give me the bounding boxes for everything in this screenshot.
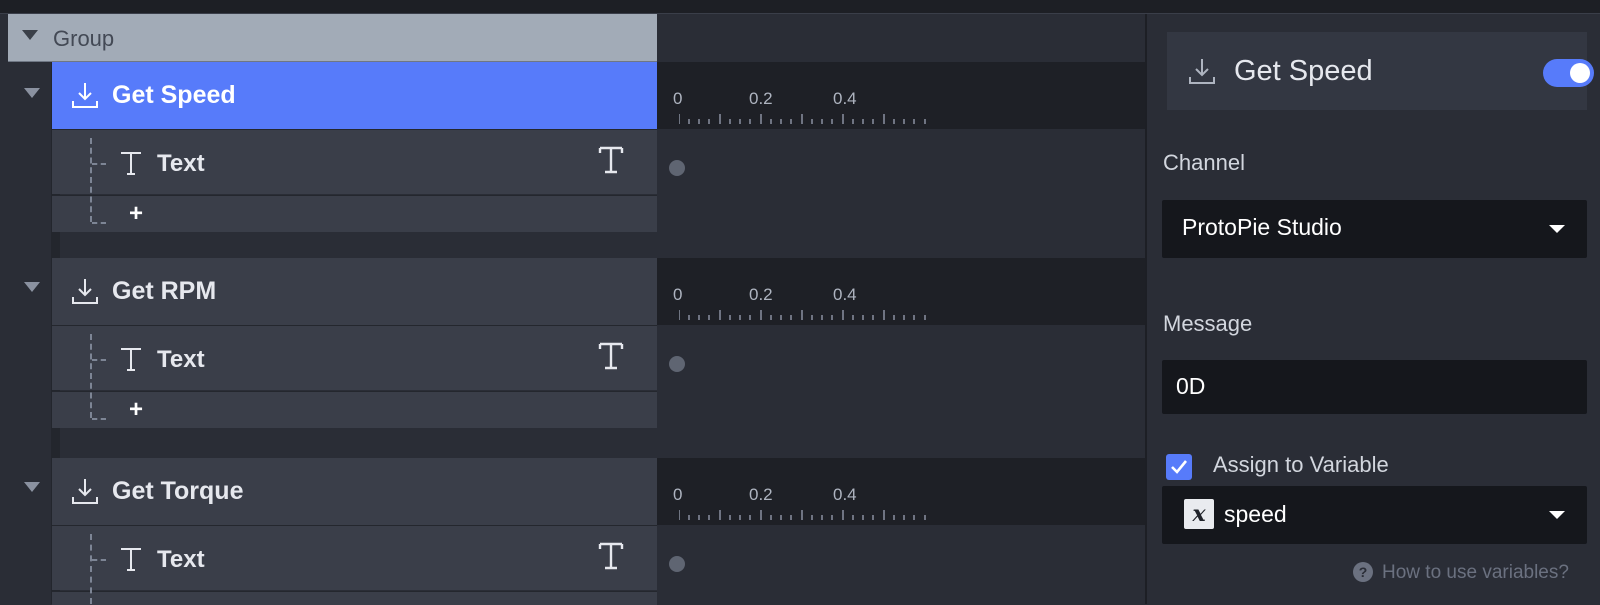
add-response-row[interactable]: + xyxy=(52,195,657,232)
response-row[interactable]: Text xyxy=(52,325,657,390)
timeline-ruler[interactable]: 0 0.2 0.4 xyxy=(657,62,1145,129)
ruler-ticks xyxy=(679,310,926,320)
channel-select[interactable]: ProtoPie Studio xyxy=(1162,200,1587,258)
text-layer-icon xyxy=(121,152,141,175)
text-type-icon xyxy=(598,146,624,174)
add-response-button[interactable]: + xyxy=(129,200,143,228)
ruler-ticks xyxy=(679,114,926,124)
group-header[interactable]: Group xyxy=(8,14,657,62)
tree-connector xyxy=(90,138,92,222)
receive-icon xyxy=(72,279,98,304)
interaction-list: Group Get Speed Text + Get RPM Text + Ge… xyxy=(8,14,658,605)
collapse-trigger-2-icon[interactable] xyxy=(24,282,40,292)
message-value: 0D xyxy=(1176,373,1206,399)
tree-connector xyxy=(92,163,106,165)
caret-down-icon[interactable] xyxy=(22,30,38,40)
tree-connector xyxy=(92,418,106,420)
add-response-row[interactable] xyxy=(52,591,657,605)
tree-connector xyxy=(92,359,106,361)
response-label: Text xyxy=(157,546,205,573)
trigger-get-torque[interactable]: Get Torque xyxy=(52,458,657,525)
dropdown-arrow-icon xyxy=(1549,511,1565,519)
add-response-row[interactable]: + xyxy=(52,391,657,428)
tick-label: 0.4 xyxy=(833,89,857,108)
inspector-header: Get Speed xyxy=(1167,32,1594,110)
tree-connector xyxy=(90,334,92,418)
group-label: Group xyxy=(53,26,115,51)
timeline-ruler[interactable]: 0 0.2 0.4 xyxy=(657,258,1145,325)
keyframe-dot[interactable] xyxy=(669,160,685,176)
tick-label: 0.2 xyxy=(749,89,773,108)
text-layer-icon xyxy=(121,548,141,571)
text-layer-icon xyxy=(121,348,141,371)
variable-select[interactable]: x speed xyxy=(1162,486,1587,544)
text-type-icon xyxy=(598,342,624,370)
add-response-button[interactable]: + xyxy=(129,396,143,424)
variable-icon: x xyxy=(1184,499,1214,529)
toggle-knob xyxy=(1570,63,1590,83)
checkmark-icon xyxy=(1171,460,1188,474)
response-row[interactable]: Text xyxy=(52,525,657,590)
tick-label: 0.4 xyxy=(833,485,857,504)
response-row[interactable]: Text xyxy=(52,129,657,194)
inspector-panel: Get Speed Channel ProtoPie Studio Messag… xyxy=(1145,14,1600,604)
tree-connector xyxy=(92,559,106,561)
tick-label: 0 xyxy=(673,285,683,304)
timeline: 0 0.2 0.4 0 0.2 0.4 0 0.2 0.4 xyxy=(657,14,1145,604)
assign-variable-label: Assign to Variable xyxy=(1213,452,1389,477)
text-type-icon xyxy=(598,542,624,570)
timeline-ruler[interactable]: 0 0.2 0.4 xyxy=(657,458,1145,525)
variable-value: speed xyxy=(1224,501,1287,527)
trigger-get-rpm[interactable]: Get RPM xyxy=(52,258,657,325)
message-label: Message xyxy=(1163,311,1253,336)
trigger-label: Get RPM xyxy=(112,277,217,305)
help-icon[interactable]: ? xyxy=(1353,562,1373,582)
trigger-get-speed[interactable]: Get Speed xyxy=(52,62,657,129)
collapse-trigger-3-icon[interactable] xyxy=(24,482,40,492)
inspector-title: Get Speed xyxy=(1234,55,1373,87)
tree-connector xyxy=(92,222,106,224)
top-border xyxy=(0,0,1600,14)
receive-icon xyxy=(72,83,98,108)
help-link[interactable]: How to use variables? xyxy=(1382,562,1569,584)
left-edge xyxy=(0,14,8,604)
channel-value: ProtoPie Studio xyxy=(1182,214,1342,240)
tick-label: 0.4 xyxy=(833,285,857,304)
tick-label: 0.2 xyxy=(749,485,773,504)
trigger-label: Get Speed xyxy=(112,81,236,109)
keyframe-dot[interactable] xyxy=(669,556,685,572)
receive-icon xyxy=(72,479,98,504)
tree-connector xyxy=(90,534,92,604)
keyframe-dot[interactable] xyxy=(669,356,685,372)
response-label: Text xyxy=(157,346,205,373)
message-input[interactable]: 0D xyxy=(1162,360,1587,414)
trigger-label: Get Torque xyxy=(112,477,244,505)
tick-label: 0.2 xyxy=(749,285,773,304)
response-label: Text xyxy=(157,150,205,177)
dropdown-arrow-icon xyxy=(1549,225,1565,233)
tick-label: 0 xyxy=(673,485,683,504)
channel-label: Channel xyxy=(1163,150,1245,175)
ruler-ticks xyxy=(679,510,926,520)
tick-label: 0 xyxy=(673,89,683,108)
receive-icon xyxy=(1189,59,1215,84)
enable-toggle[interactable] xyxy=(1543,59,1594,87)
assign-variable-checkbox[interactable] xyxy=(1166,454,1192,480)
collapse-trigger-1-icon[interactable] xyxy=(24,88,40,98)
